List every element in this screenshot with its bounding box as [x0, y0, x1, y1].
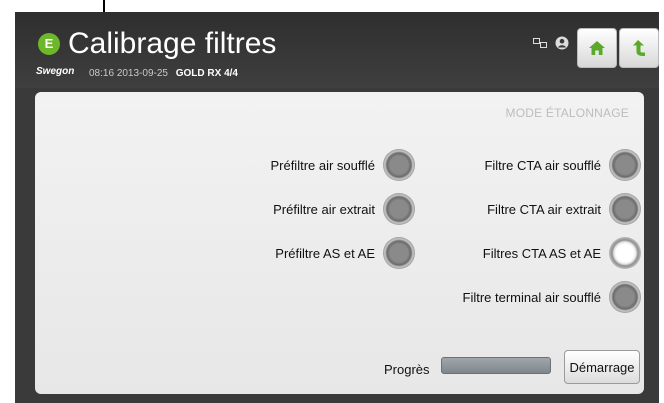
filter-status-indicator-active[interactable] — [609, 237, 641, 269]
progress-label: Progrès — [384, 362, 430, 377]
filter-label: Filtre CTA air extrait — [487, 201, 601, 217]
filter-label: Filtre CTA air soufflé — [484, 157, 601, 173]
filter-status-indicator[interactable] — [609, 281, 641, 313]
status-model: GOLD RX 4/4 — [175, 68, 238, 79]
filter-row-cta-both[interactable]: Filtres CTA AS et AE — [35, 236, 641, 270]
status-line: 08:16 2013-09-25 GOLD RX 4/4 — [89, 68, 238, 79]
user-icon — [555, 36, 569, 50]
status-date: 2013-09-25 — [116, 68, 168, 79]
filter-row-cta-extract[interactable]: Filtre CTA air extrait — [35, 192, 641, 226]
page-title: Calibrage filtres — [68, 27, 277, 60]
cursor-line — [103, 0, 105, 12]
filter-row-terminal-supply[interactable]: Filtre terminal air soufflé — [35, 280, 641, 314]
filter-label: Filtre terminal air soufflé — [462, 289, 601, 305]
mode-label: MODE ÉTALONNAGE — [505, 106, 629, 120]
filter-status-indicator[interactable] — [609, 193, 641, 225]
back-arrow-icon — [633, 40, 645, 56]
filter-status-indicator[interactable] — [609, 149, 641, 181]
app-screen: E Calibrage filtres Swegon 08:16 2013-09… — [15, 12, 659, 403]
home-button[interactable] — [577, 28, 617, 68]
app-logo-icon: E — [38, 33, 60, 55]
brand-logo: Swegon — [36, 66, 75, 77]
calibration-panel: MODE ÉTALONNAGE Préfiltre air soufflé Pr… — [35, 92, 644, 394]
progress-bar — [441, 357, 551, 374]
network-icon — [533, 38, 547, 48]
home-icon — [589, 41, 605, 55]
filter-row-cta-supply[interactable]: Filtre CTA air soufflé — [35, 148, 641, 182]
start-button[interactable]: Démarrage — [564, 350, 640, 384]
status-time: 08:16 — [89, 68, 115, 79]
filter-label: Filtres CTA AS et AE — [482, 245, 601, 261]
back-button[interactable] — [619, 28, 659, 68]
header: E Calibrage filtres Swegon 08:16 2013-09… — [15, 12, 659, 88]
